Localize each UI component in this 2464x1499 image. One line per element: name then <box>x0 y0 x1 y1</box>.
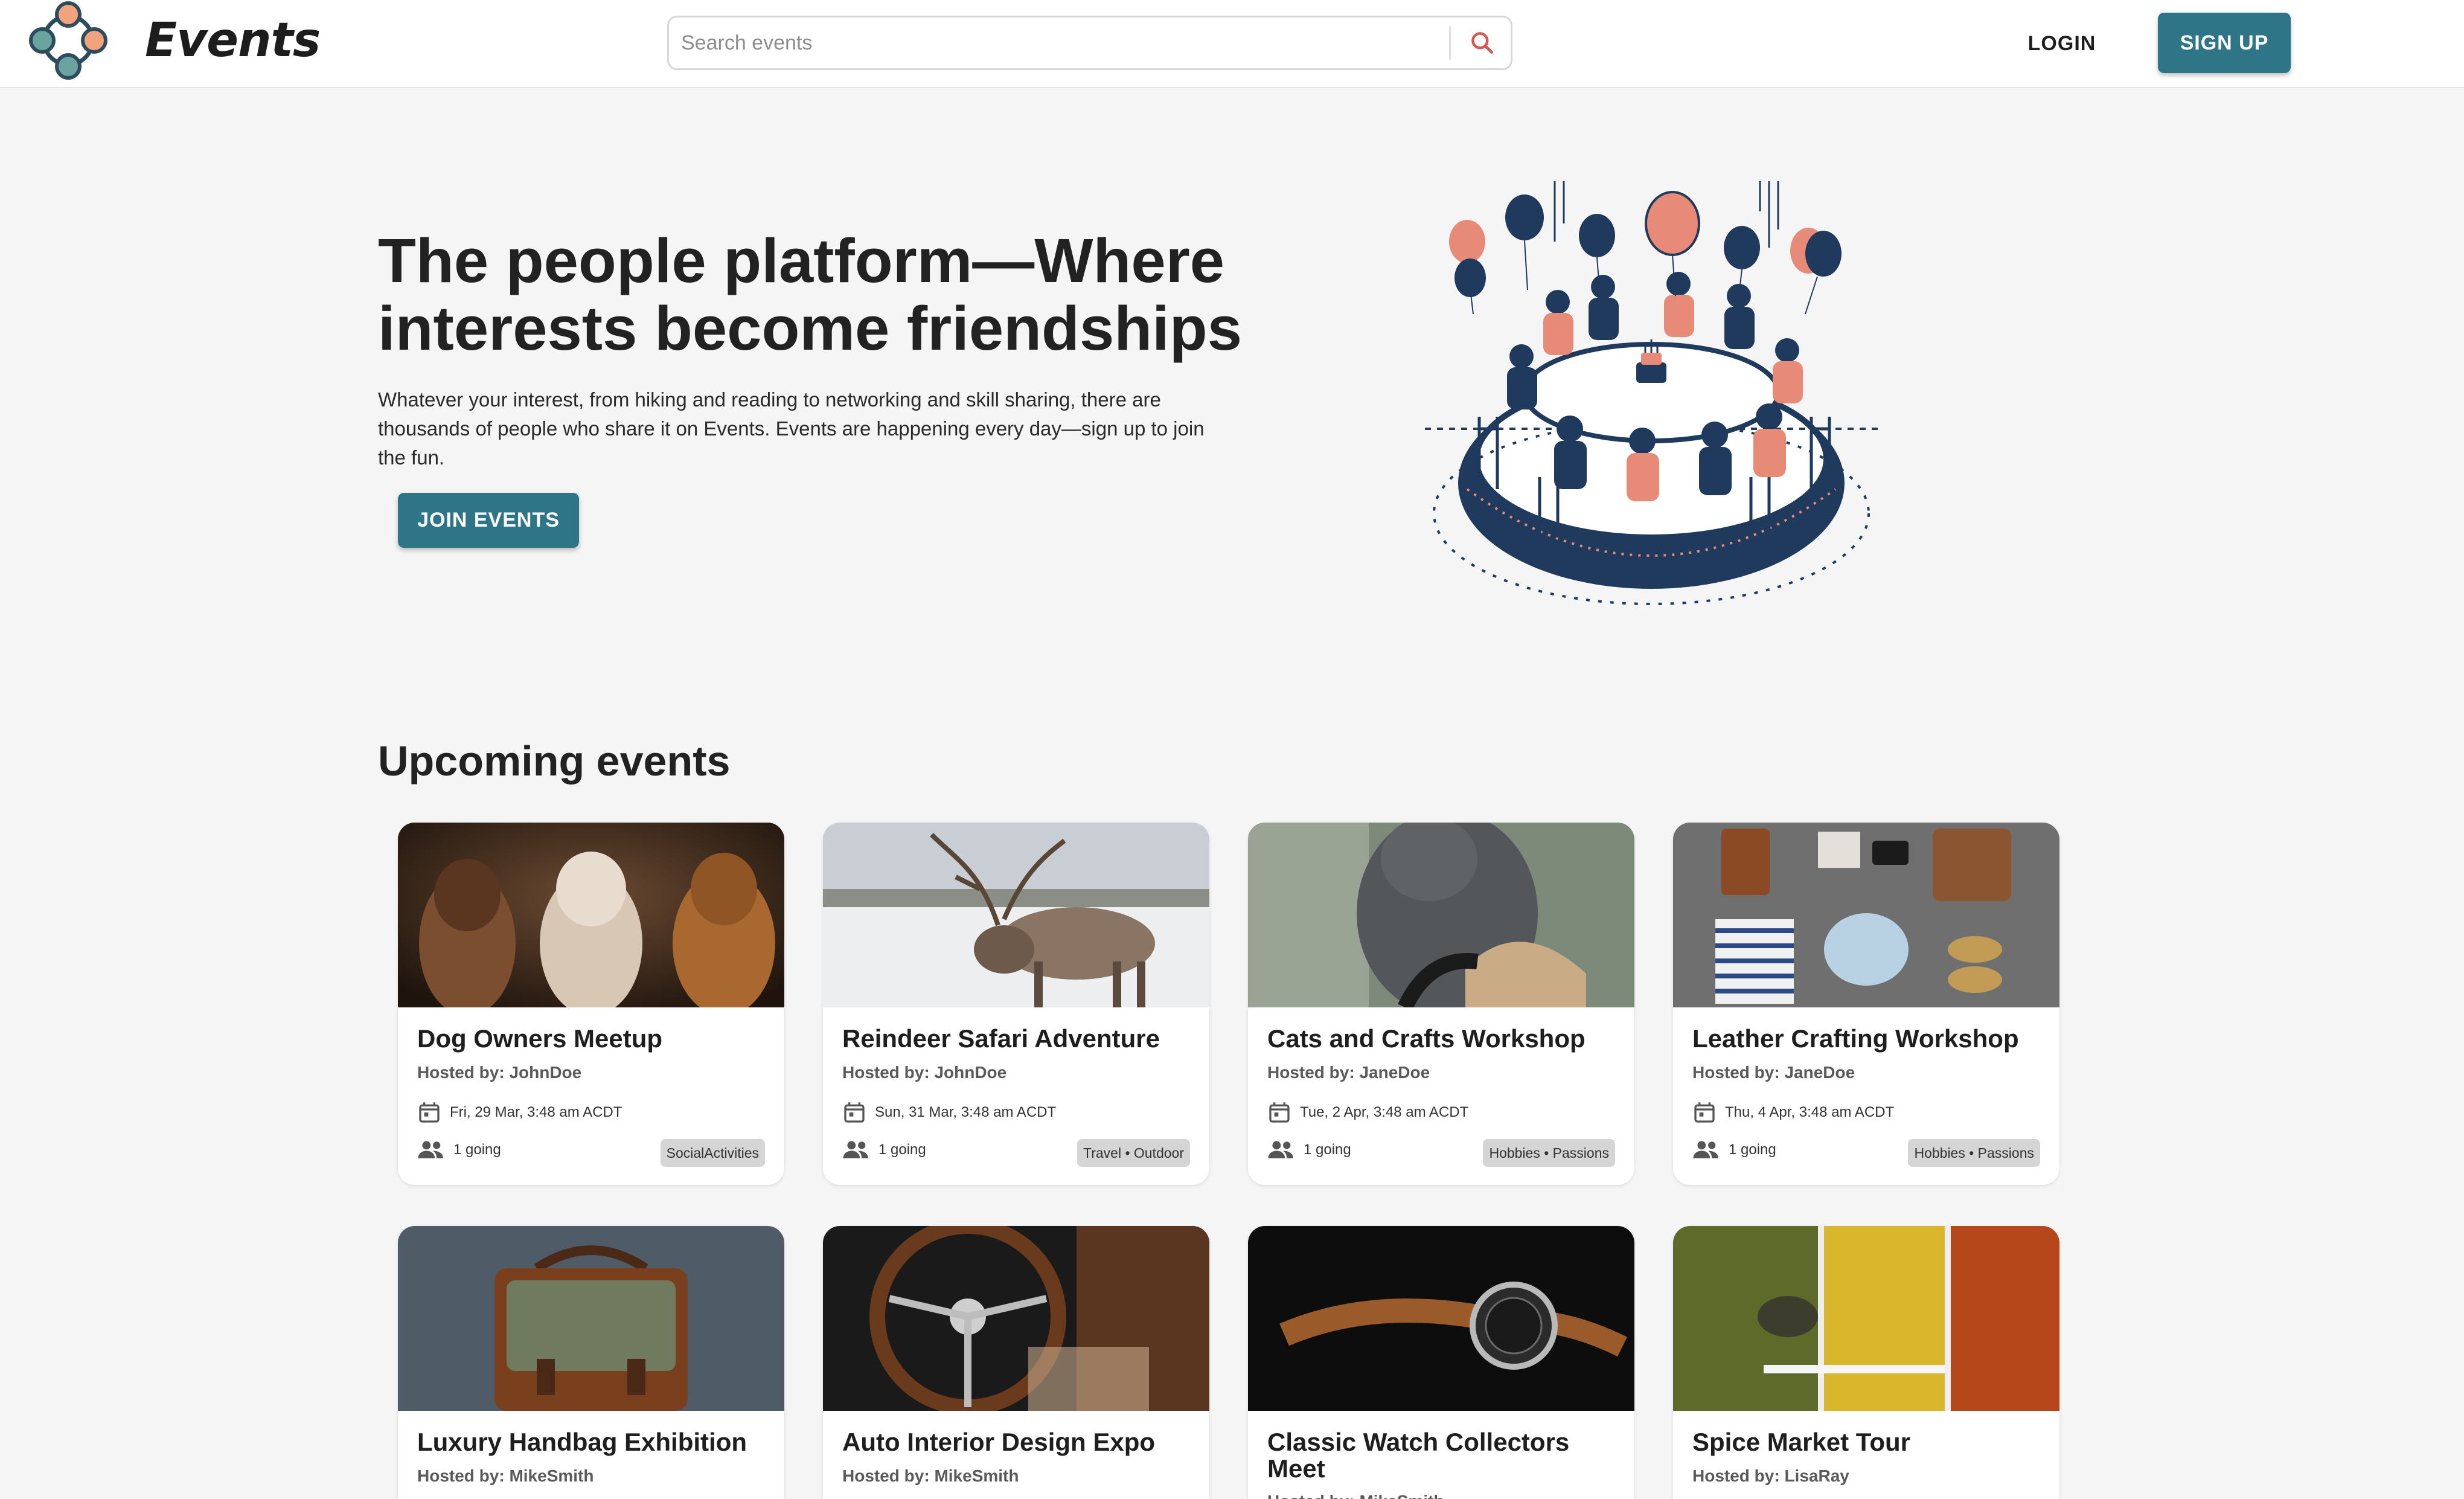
event-category-tag: Travel • Outdoor <box>1077 1139 1190 1167</box>
search-divider <box>1449 26 1451 60</box>
event-card-luxury-handbag[interactable]: Luxury Handbag Exhibition Hosted by: Mik… <box>398 1226 784 1499</box>
event-attendees-row: 1 going <box>842 1140 926 1160</box>
event-host: Hosted by: JaneDoe <box>1692 1063 1855 1082</box>
event-image-dogs <box>398 823 784 1007</box>
event-date-row: Fri, 29 Mar, 3:48 am ACDT <box>417 1100 622 1125</box>
hero-description: Whatever your interest, from hiking and … <box>378 388 1205 469</box>
join-events-button[interactable]: JOIN EVENTS <box>398 493 579 548</box>
people-icon <box>843 1141 868 1158</box>
event-image-spices <box>1673 1226 2059 1411</box>
event-title[interactable]: Leather Crafting Workshop <box>1692 1026 2049 1052</box>
event-going-count: 1 going <box>453 1141 501 1158</box>
event-going-count: 1 going <box>1304 1141 1351 1158</box>
search-bar <box>667 16 1512 70</box>
event-card-classic-watch[interactable]: Classic Watch Collectors Meet Hosted by:… <box>1248 1226 1634 1499</box>
people-icon <box>1693 1141 1718 1158</box>
event-card-reindeer-safari[interactable]: Reindeer Safari Adventure Hosted by: Joh… <box>823 823 1209 1185</box>
event-host: Hosted by: MikeSmith <box>842 1466 1019 1485</box>
event-image-watch <box>1248 1226 1634 1411</box>
event-image-cat <box>1248 823 1634 1007</box>
event-title[interactable]: Dog Owners Meetup <box>417 1026 773 1052</box>
event-image-handbag <box>398 1226 784 1411</box>
event-date: Fri, 29 Mar, 3:48 am ACDT <box>450 1104 622 1120</box>
event-title[interactable]: Spice Market Tour <box>1692 1429 2049 1456</box>
event-attendees-row: 1 going <box>417 1140 501 1160</box>
event-date: Sun, 31 Mar, 3:48 am ACDT <box>875 1104 1057 1120</box>
event-host: Hosted by: JaneDoe <box>1267 1063 1430 1082</box>
login-button[interactable]: LOGIN <box>1998 25 2125 62</box>
upcoming-events-heading: Upcoming events <box>378 737 731 785</box>
event-card-auto-interior[interactable]: Auto Interior Design Expo Hosted by: Mik… <box>823 1226 1209 1499</box>
people-icon <box>418 1141 443 1158</box>
search-icon <box>1471 32 1493 54</box>
event-host: Hosted by: JohnDoe <box>417 1063 582 1082</box>
event-title[interactable]: Classic Watch Collectors Meet <box>1267 1429 1624 1482</box>
event-card-spice-market[interactable]: Spice Market Tour Hosted by: LisaRay <box>1673 1226 2059 1499</box>
event-date: Tue, 2 Apr, 3:48 am ACDT <box>1300 1104 1469 1120</box>
event-date-row: Sun, 31 Mar, 3:48 am ACDT <box>842 1100 1056 1125</box>
event-date-row: Tue, 2 Apr, 3:48 am ACDT <box>1267 1100 1468 1125</box>
events-logo-icon[interactable] <box>28 0 109 82</box>
top-navbar: Events LOGIN SIGN UP <box>0 0 2464 88</box>
event-title[interactable]: Auto Interior Design Expo <box>842 1429 1198 1456</box>
event-card-cats-crafts[interactable]: Cats and Crafts Workshop Hosted by: Jane… <box>1248 823 1634 1185</box>
event-card-dog-owners-meetup[interactable]: Dog Owners Meetup Hosted by: JohnDoe Fri… <box>398 823 784 1185</box>
event-category-tag: Hobbies • Passions <box>1908 1139 2040 1167</box>
calendar-icon <box>844 1102 865 1123</box>
party-table-illustration <box>1425 181 1878 605</box>
event-going-count: 1 going <box>1729 1141 1776 1158</box>
brand-name[interactable]: Events <box>145 13 321 68</box>
event-going-count: 1 going <box>878 1141 926 1158</box>
event-card-leather-crafting[interactable]: Leather Crafting Workshop Hosted by: Jan… <box>1673 823 2059 1185</box>
event-image-reindeer <box>823 823 1209 1007</box>
calendar-icon <box>419 1102 440 1123</box>
event-date-row: Thu, 4 Apr, 3:48 am ACDT <box>1692 1100 1894 1125</box>
event-category-tag: Hobbies • Passions <box>1483 1139 1615 1167</box>
event-category-tag: SocialActivities <box>660 1139 765 1167</box>
event-attendees-row: 1 going <box>1692 1140 1776 1160</box>
event-title[interactable]: Luxury Handbag Exhibition <box>417 1429 773 1456</box>
search-input[interactable] <box>681 18 1436 68</box>
calendar-icon <box>1694 1102 1715 1123</box>
event-host: Hosted by: JohnDoe <box>842 1063 1007 1082</box>
hero-title: The people platform—Where interests beco… <box>378 226 1242 363</box>
event-title[interactable]: Cats and Crafts Workshop <box>1267 1026 1624 1052</box>
search-button[interactable] <box>1454 18 1511 68</box>
event-host: Hosted by: MikeSmith <box>1267 1492 1444 1499</box>
calendar-icon <box>1269 1102 1290 1123</box>
event-image-leather-flatlay <box>1673 823 2059 1007</box>
event-image-car-interior <box>823 1226 1209 1411</box>
event-title[interactable]: Reindeer Safari Adventure <box>842 1026 1198 1052</box>
signup-button[interactable]: SIGN UP <box>2158 13 2291 73</box>
event-date: Thu, 4 Apr, 3:48 am ACDT <box>1725 1104 1895 1120</box>
event-host: Hosted by: LisaRay <box>1692 1466 1849 1485</box>
event-attendees-row: 1 going <box>1267 1140 1351 1160</box>
event-host: Hosted by: MikeSmith <box>417 1466 594 1485</box>
people-icon <box>1268 1141 1293 1158</box>
